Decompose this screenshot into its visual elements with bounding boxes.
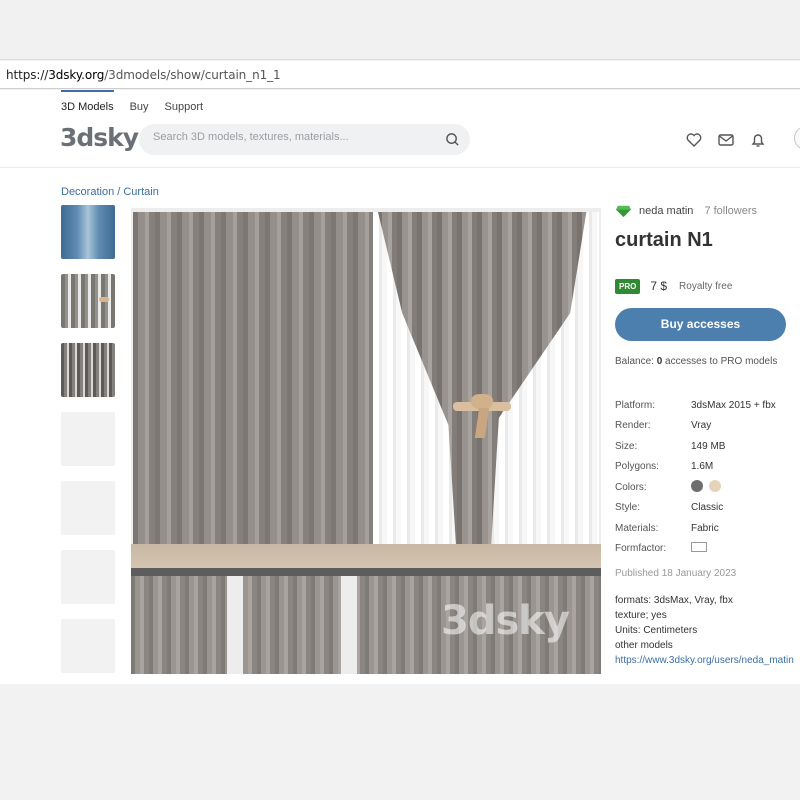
spec-style: Style: Classic bbox=[615, 498, 800, 519]
url-host: 3dsky.org bbox=[48, 68, 105, 82]
spec-materials: Materials: Fabric bbox=[615, 518, 800, 539]
spec-key: Size: bbox=[615, 440, 638, 452]
spec-key: Render: bbox=[615, 420, 651, 432]
side-scroll-arrow[interactable] bbox=[796, 321, 800, 331]
spec-value[interactable]: Fabric bbox=[691, 523, 719, 534]
search-box[interactable] bbox=[139, 124, 470, 155]
watermark: 3dsky bbox=[441, 598, 570, 644]
fold-gap bbox=[227, 576, 243, 674]
author-profile-link[interactable]: https://www.3dsky.org/users/neda_matin bbox=[615, 653, 800, 668]
spec-value: 149 MB bbox=[691, 440, 726, 452]
spec-key: Formfactor: bbox=[615, 543, 667, 555]
color-swatch-beige[interactable] bbox=[709, 479, 721, 492]
site-header: 3D Models Buy Support 3dsky bbox=[0, 90, 800, 168]
tieback-bow bbox=[99, 297, 109, 302]
spec-size: Size: 149 MB bbox=[615, 436, 800, 457]
thumbnail-placeholder[interactable] bbox=[61, 550, 115, 604]
url-prefix: https:// bbox=[6, 68, 49, 82]
description-line: other models bbox=[615, 640, 673, 651]
thumbnail-1[interactable] bbox=[61, 205, 115, 259]
fold-gap bbox=[341, 576, 357, 674]
buy-accesses-button[interactable]: Buy accesses bbox=[615, 308, 786, 341]
address-url[interactable]: https://3dsky.org/3dmodels/show/curtain_… bbox=[6, 68, 281, 82]
nav-buy[interactable]: Buy bbox=[130, 101, 149, 113]
spec-render: Render: Vray bbox=[615, 416, 800, 437]
spec-colors: Colors: bbox=[615, 477, 800, 498]
formfactor-value bbox=[691, 542, 707, 555]
browser-top-strip bbox=[0, 0, 800, 60]
search-input[interactable] bbox=[153, 131, 433, 143]
image-separator bbox=[131, 568, 601, 576]
spec-key: Polygons: bbox=[615, 461, 659, 473]
spec-value[interactable]: Vray bbox=[691, 420, 711, 431]
spec-key: Style: bbox=[615, 502, 641, 514]
thumbnail-placeholder[interactable] bbox=[61, 619, 115, 673]
description-line: Units: Centimeters bbox=[615, 625, 698, 636]
address-bar[interactable]: https://3dsky.org/3dmodels/show/curtain_… bbox=[0, 61, 800, 89]
nav-3d-models[interactable]: 3D Models bbox=[61, 90, 114, 113]
product-panel: neda matin 7 followers curtain N1 PRO 7 … bbox=[615, 204, 800, 668]
description-line: formats: 3dsMax, Vray, fbx bbox=[615, 595, 733, 606]
breadcrumb[interactable]: Decoration / Curtain bbox=[61, 186, 159, 198]
bell-icon[interactable] bbox=[749, 131, 767, 149]
color-swatches bbox=[691, 479, 727, 495]
left-drape bbox=[133, 208, 373, 558]
followers-count: 7 followers bbox=[704, 205, 758, 217]
color-swatch-gray[interactable] bbox=[691, 479, 703, 492]
curtain-rod bbox=[131, 208, 601, 212]
price-row: PRO 7 $ Royalty free bbox=[615, 278, 800, 294]
spec-value: 3dsMax 2015 + fbx bbox=[691, 399, 776, 411]
published-date: Published 18 January 2023 bbox=[615, 568, 737, 579]
spec-polygons: Polygons: 1.6M bbox=[615, 457, 800, 478]
search-icon[interactable] bbox=[445, 132, 460, 147]
thumbnail-3[interactable] bbox=[61, 343, 115, 397]
balance-count: 0 bbox=[656, 356, 663, 367]
site-logo[interactable]: 3dsky bbox=[60, 123, 139, 152]
main-preview-image[interactable]: 3dsky bbox=[131, 208, 601, 674]
gem-icon bbox=[616, 205, 631, 217]
price: 7 $ bbox=[650, 279, 668, 293]
heart-icon[interactable] bbox=[685, 131, 703, 149]
top-nav: 3D Models Buy Support bbox=[61, 90, 204, 113]
thumbnail-strip bbox=[61, 205, 115, 684]
mail-icon[interactable] bbox=[717, 131, 735, 149]
product-title: curtain N1 bbox=[615, 229, 713, 251]
spec-value[interactable]: Classic bbox=[691, 502, 723, 513]
license-label: Royalty free bbox=[679, 280, 733, 292]
formfactor-icon bbox=[691, 542, 707, 553]
spec-key: Platform: bbox=[615, 399, 656, 411]
thumbnail-2[interactable] bbox=[61, 274, 115, 328]
balance-suffix: accesses to PRO models bbox=[665, 356, 778, 367]
author-name[interactable]: neda matin bbox=[639, 205, 693, 217]
balance-prefix: Balance: bbox=[615, 356, 654, 367]
avatar[interactable] bbox=[794, 126, 800, 150]
spec-value: 1.6M bbox=[691, 461, 714, 473]
header-icons bbox=[685, 131, 767, 149]
url-path: /3dmodels/show/curtain_n1_1 bbox=[104, 68, 281, 82]
spec-key: Colors: bbox=[615, 481, 647, 493]
description-line: texture; yes bbox=[615, 610, 667, 621]
spec-platform: Platform: 3dsMax 2015 + fbx bbox=[615, 395, 800, 416]
thumbnail-placeholder[interactable] bbox=[61, 481, 115, 535]
spec-formfactor: Formfactor: bbox=[615, 539, 800, 560]
site-page: 3D Models Buy Support 3dsky Decoration /… bbox=[0, 90, 800, 684]
description: formats: 3dsMax, Vray, fbx texture; yes … bbox=[615, 593, 800, 668]
nav-support[interactable]: Support bbox=[165, 101, 204, 113]
thumbnail-placeholder[interactable] bbox=[61, 412, 115, 466]
author-row: neda matin 7 followers bbox=[615, 204, 800, 218]
pro-badge: PRO bbox=[615, 278, 641, 294]
spec-key: Materials: bbox=[615, 522, 659, 534]
spec-table: Platform: 3dsMax 2015 + fbx Render: Vray S… bbox=[615, 395, 800, 559]
balance-text: Balance: 0 accesses to PRO models bbox=[615, 356, 800, 367]
